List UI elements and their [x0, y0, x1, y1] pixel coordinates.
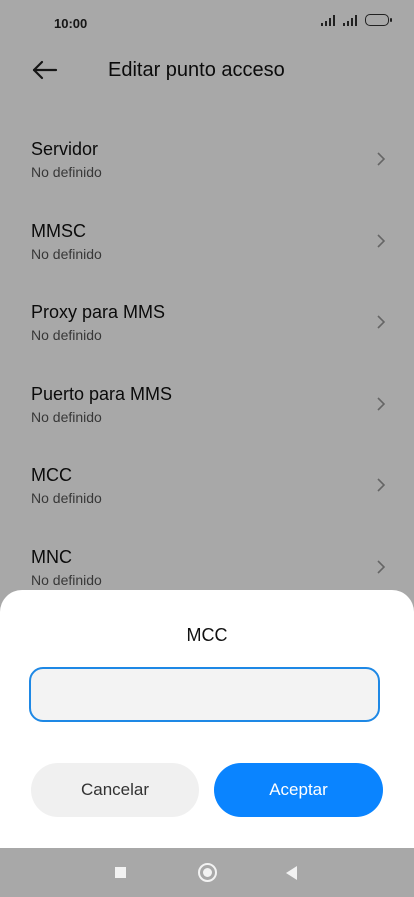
dialog-title: MCC [186, 625, 228, 645]
navigation-bar [0, 848, 414, 897]
cancel-button[interactable]: Cancelar [31, 763, 199, 817]
home-icon[interactable] [198, 863, 217, 882]
back-icon[interactable] [286, 866, 297, 880]
screen: 10:00 Editar punto acceso Servidor No de… [0, 0, 414, 897]
recent-apps-icon[interactable] [115, 867, 126, 878]
accept-button[interactable]: Aceptar [214, 763, 383, 817]
mcc-input[interactable] [29, 667, 380, 722]
mcc-dialog: MCC Cancelar Aceptar [0, 590, 414, 848]
